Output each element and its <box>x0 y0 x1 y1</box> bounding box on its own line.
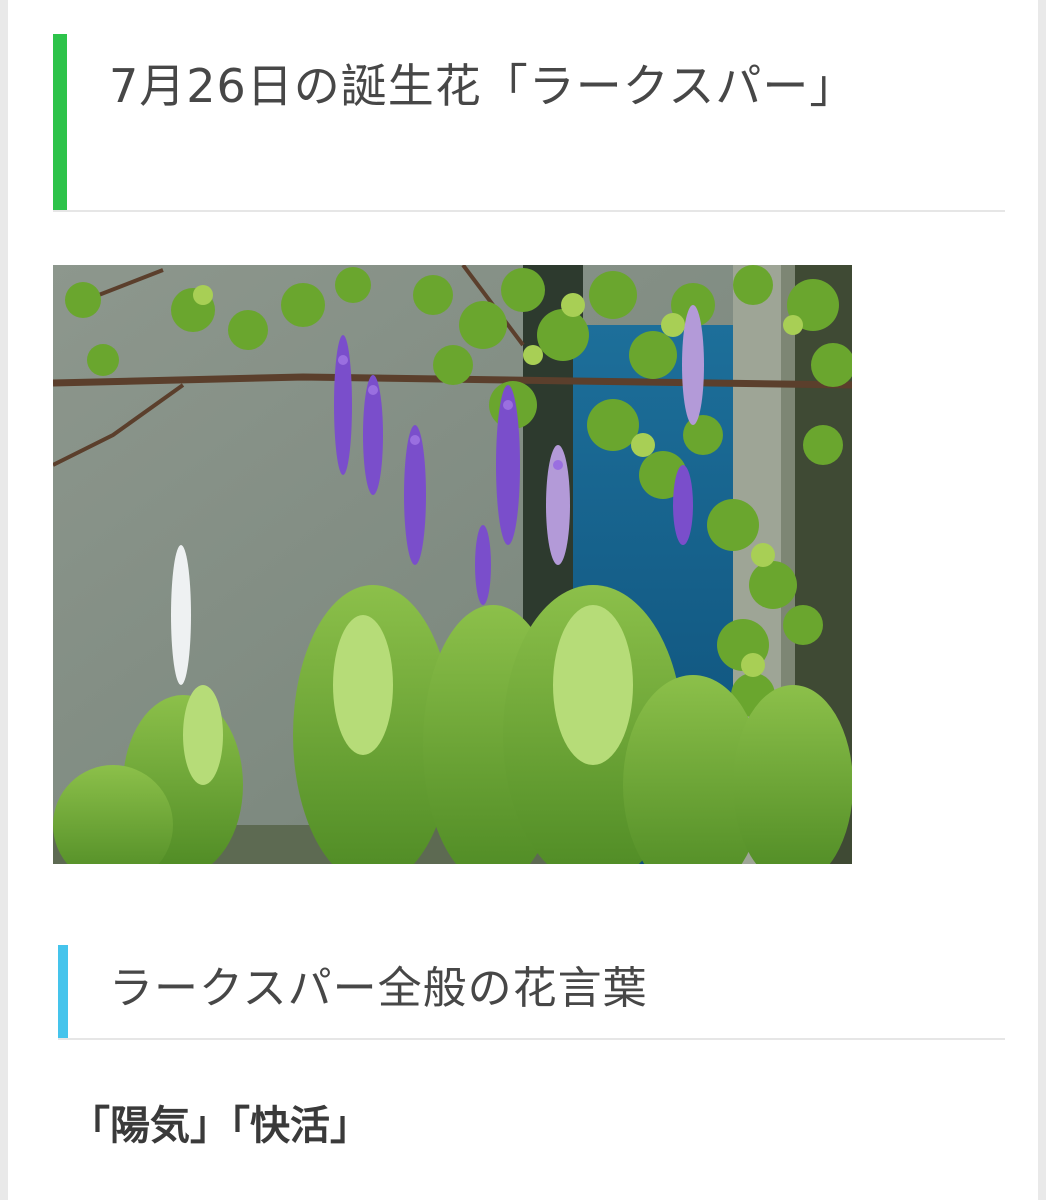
page-title: 7月26日の誕生花「ラークスパー」 <box>109 59 857 113</box>
article-page: 7月26日の誕生花「ラークスパー」 ラークスパー全般の花言葉 「陽気」「快活」 <box>8 0 1038 1200</box>
section-heading-block: ラークスパー全般の花言葉 <box>58 945 1005 1040</box>
larkspur-photo <box>53 265 852 864</box>
title-accent-bar <box>53 34 67 210</box>
flower-meanings-text: 「陽気」「快活」 <box>70 1103 370 1149</box>
section-heading: ラークスパー全般の花言葉 <box>109 963 648 1014</box>
article-title-block: 7月26日の誕生花「ラークスパー」 <box>53 34 1005 212</box>
section-accent-bar <box>58 945 68 1038</box>
